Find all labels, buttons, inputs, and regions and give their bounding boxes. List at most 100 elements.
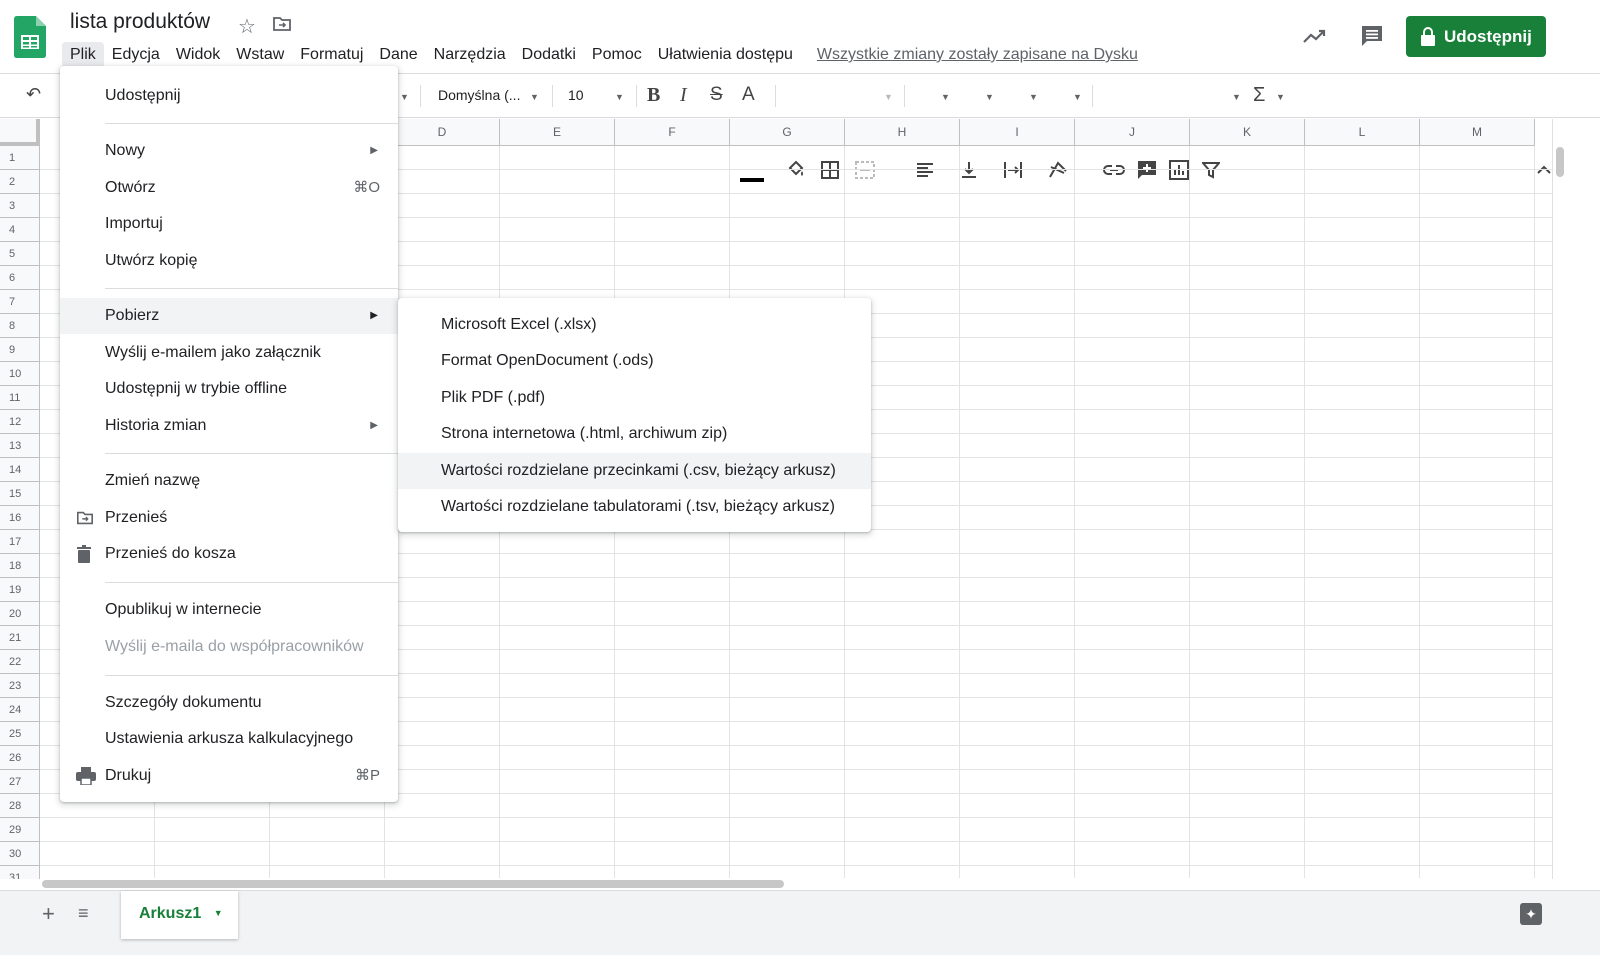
menu-item-email-attachment[interactable]: Wyślij e-mailem jako załącznik (60, 335, 398, 371)
column-header[interactable]: H (845, 119, 960, 146)
star-icon[interactable]: ☆ (238, 14, 256, 39)
sheets-logo-icon[interactable] (14, 16, 46, 58)
menu-item-download[interactable]: Pobierz ▶ (60, 298, 398, 334)
row-header[interactable]: 21 (0, 626, 40, 650)
text-color-icon[interactable]: A (742, 84, 755, 106)
explore-icon[interactable]: ✦ (1520, 903, 1542, 925)
row-header[interactable]: 4 (0, 218, 40, 242)
functions-caret-icon[interactable]: ▼ (1276, 92, 1285, 102)
merge-caret-icon[interactable]: ▼ (884, 92, 893, 102)
row-header[interactable]: 11 (0, 386, 40, 410)
menu-item-rename[interactable]: Zmień nazwę (60, 463, 398, 499)
row-header[interactable]: 18 (0, 554, 40, 578)
menu-item-trash[interactable]: Przenieś do kosza (60, 536, 398, 572)
saved-status-link[interactable]: Wszystkie zmiany zostały zapisane na Dys… (817, 42, 1138, 70)
row-header[interactable]: 2 (0, 170, 40, 194)
move-folder-icon[interactable] (272, 14, 292, 34)
zoom-caret-icon[interactable]: ▼ (400, 92, 409, 102)
row-header[interactable]: 1 (0, 146, 40, 170)
bold-icon[interactable]: B (647, 84, 660, 107)
row-header[interactable]: 9 (0, 338, 40, 362)
row-header[interactable]: 16 (0, 506, 40, 530)
column-header[interactable]: E (500, 119, 615, 146)
row-header[interactable]: 7 (0, 290, 40, 314)
row-header[interactable]: 14 (0, 458, 40, 482)
menu-item-new[interactable]: Nowy ▶ (60, 133, 398, 169)
sheet-tab[interactable]: Arkusz1 ▼ (121, 891, 238, 939)
column-header[interactable]: I (960, 119, 1075, 146)
row-header[interactable]: 12 (0, 410, 40, 434)
add-sheet-icon[interactable]: + (42, 901, 55, 927)
menu-item-make-copy[interactable]: Utwórz kopię (60, 243, 398, 279)
menu-item-move[interactable]: Przenieś (60, 500, 398, 536)
vertical-scrollbar[interactable] (1552, 119, 1567, 879)
row-header[interactable]: 19 (0, 578, 40, 602)
functions-icon[interactable]: Σ (1253, 84, 1265, 107)
row-header[interactable]: 13 (0, 434, 40, 458)
download-pdf[interactable]: Plik PDF (.pdf) (398, 380, 871, 416)
column-header[interactable]: L (1305, 119, 1420, 146)
undo-icon[interactable]: ↶ (26, 84, 41, 105)
font-size-select[interactable]: 10 (568, 87, 584, 103)
row-header[interactable]: 20 (0, 602, 40, 626)
row-header[interactable]: 17 (0, 530, 40, 554)
column-header[interactable]: M (1420, 119, 1535, 146)
column-header[interactable]: J (1075, 119, 1190, 146)
horizontal-align-caret-icon[interactable]: ▼ (941, 92, 950, 102)
font-family-caret-icon[interactable]: ▼ (530, 92, 539, 102)
download-xlsx[interactable]: Microsoft Excel (.xlsx) (398, 307, 871, 343)
share-button[interactable]: Udostępnij (1406, 16, 1546, 57)
vertical-align-caret-icon[interactable]: ▼ (985, 92, 994, 102)
comments-icon[interactable] (1360, 24, 1384, 48)
select-all-corner[interactable] (0, 119, 40, 146)
font-size-caret-icon[interactable]: ▼ (615, 92, 624, 102)
horizontal-scroll-thumb[interactable] (42, 880, 784, 888)
column-header[interactable]: D (385, 119, 500, 146)
row-header[interactable]: 23 (0, 674, 40, 698)
row-header[interactable]: 22 (0, 650, 40, 674)
menu-item-version-history[interactable]: Historia zmian ▶ (60, 408, 398, 444)
row-header[interactable]: 31 (0, 866, 40, 879)
strikethrough-icon[interactable]: S (710, 84, 723, 106)
menu-item-spreadsheet-settings[interactable]: Ustawienia arkusza kalkulacyjnego (60, 721, 398, 757)
text-rotation-caret-icon[interactable]: ▼ (1073, 92, 1082, 102)
column-header[interactable]: K (1190, 119, 1305, 146)
vertical-scroll-thumb[interactable] (1556, 147, 1564, 177)
menu-item-document-details[interactable]: Szczegóły dokumentu (60, 685, 398, 721)
row-header[interactable]: 8 (0, 314, 40, 338)
menu-item-print[interactable]: Drukuj ⌘P (60, 758, 398, 794)
row-header[interactable]: 25 (0, 722, 40, 746)
document-title[interactable]: lista produktów (70, 10, 210, 34)
download-tsv[interactable]: Wartości rozdzielane tabulatorami (.tsv,… (398, 489, 871, 525)
menu-addons[interactable]: Dodatki (514, 42, 584, 70)
text-wrap-caret-icon[interactable]: ▼ (1029, 92, 1038, 102)
menu-help[interactable]: Pomoc (584, 42, 650, 70)
row-header[interactable]: 28 (0, 794, 40, 818)
row-header[interactable]: 15 (0, 482, 40, 506)
row-header[interactable]: 30 (0, 842, 40, 866)
row-header[interactable]: 6 (0, 266, 40, 290)
row-header[interactable]: 24 (0, 698, 40, 722)
menu-item-publish[interactable]: Opublikuj w internecie (60, 592, 398, 628)
column-header[interactable]: G (730, 119, 845, 146)
download-html[interactable]: Strona internetowa (.html, archiwum zip) (398, 416, 871, 452)
menu-item-import[interactable]: Importuj (60, 206, 398, 242)
horizontal-scrollbar[interactable] (40, 878, 1552, 890)
column-header[interactable]: F (615, 119, 730, 146)
row-header[interactable]: 5 (0, 242, 40, 266)
filter-caret-icon[interactable]: ▼ (1232, 92, 1241, 102)
sheet-tab-caret-icon[interactable]: ▼ (214, 908, 223, 918)
activity-trend-icon[interactable] (1302, 26, 1328, 46)
font-family-select[interactable]: Domyślna (... (438, 87, 520, 103)
row-header[interactable]: 26 (0, 746, 40, 770)
menu-accessibility[interactable]: Ułatwienia dostępu (650, 42, 801, 70)
menu-item-open[interactable]: Otwórz ⌘O (60, 170, 398, 206)
all-sheets-list-icon[interactable]: ≡ (78, 903, 89, 924)
row-header[interactable]: 29 (0, 818, 40, 842)
italic-icon[interactable]: I (680, 84, 687, 107)
menu-item-offline[interactable]: Udostępnij w trybie offline (60, 371, 398, 407)
row-header[interactable]: 3 (0, 194, 40, 218)
row-header[interactable]: 27 (0, 770, 40, 794)
menu-tools[interactable]: Narzędzia (426, 42, 514, 70)
download-ods[interactable]: Format OpenDocument (.ods) (398, 343, 871, 379)
